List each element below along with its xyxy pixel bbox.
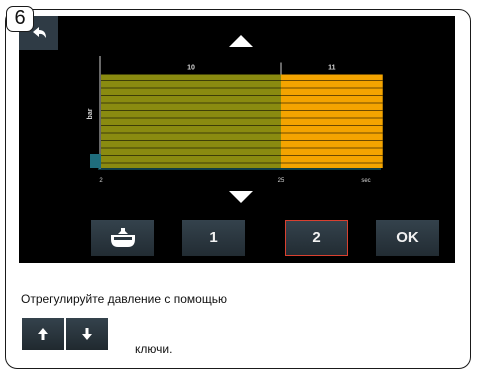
instruction-keys-word: ключи. xyxy=(135,342,173,356)
profile-bar-10 xyxy=(101,74,281,168)
segment-label-11: 11 xyxy=(328,65,336,72)
triangle-down-icon[interactable] xyxy=(229,191,253,203)
program-2-button[interactable]: 2 xyxy=(285,220,348,256)
key-down-button xyxy=(66,318,108,350)
start-segment xyxy=(90,154,101,168)
program-1-button[interactable]: 1 xyxy=(182,220,245,256)
y-axis-label: bar xyxy=(87,108,94,119)
x-tick-label: sec xyxy=(361,178,370,184)
x-tick-label: 2 xyxy=(99,178,103,184)
segment-label-10: 10 xyxy=(187,65,195,72)
reservoir-button[interactable] xyxy=(91,220,154,256)
step-number-badge: 6 xyxy=(6,6,34,32)
arrow-down-icon xyxy=(82,328,92,340)
reservoir-icon xyxy=(111,228,135,247)
arrow-up-icon xyxy=(38,328,48,340)
x-tick-label: 25 xyxy=(278,178,285,184)
triangle-up-icon[interactable] xyxy=(229,35,253,47)
device-screen: 10 11 bar 2 25 sec 1 2 OK xyxy=(19,16,455,263)
instruction-text: Отрегулируйте давление с помощью xyxy=(21,292,227,306)
key-up-button xyxy=(22,318,64,350)
profile-bar-11 xyxy=(281,74,383,168)
ok-button[interactable]: OK xyxy=(376,220,439,256)
